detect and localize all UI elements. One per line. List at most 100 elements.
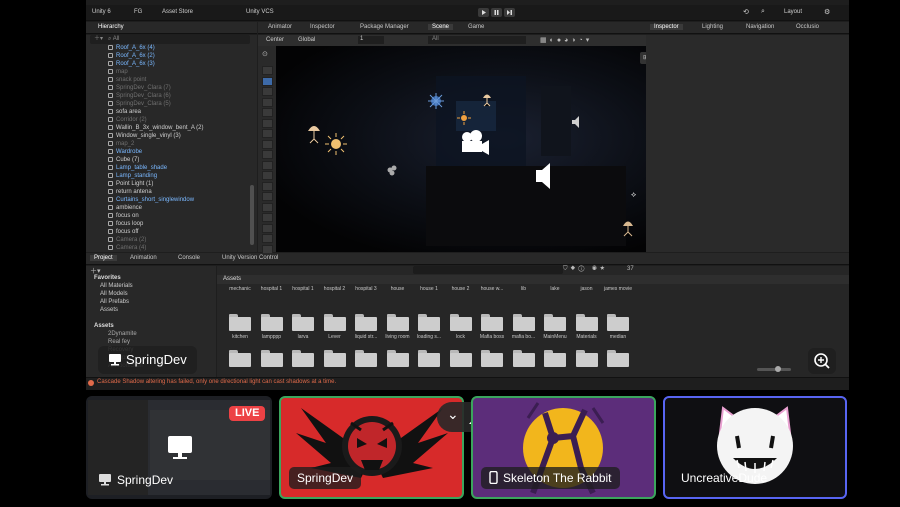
tab-console[interactable]: Console xyxy=(178,255,200,261)
hierarchy-item[interactable]: Lamp_table_shade xyxy=(108,164,167,172)
hierarchy-item[interactable]: map_2 xyxy=(108,140,134,148)
tab-inspector[interactable]: Inspector xyxy=(650,24,683,30)
scene-tool-button[interactable] xyxy=(262,171,273,180)
scene-tool-button[interactable] xyxy=(262,150,273,159)
folder-icon[interactable] xyxy=(323,314,346,331)
folder-icon[interactable] xyxy=(386,314,409,331)
layout-dropdown[interactable]: Layout xyxy=(784,9,802,15)
scene-tool-button[interactable] xyxy=(262,76,273,86)
folder-icon[interactable] xyxy=(260,350,283,367)
assets-tree-item[interactable]: 2Dynamite xyxy=(108,331,137,337)
participant-tile-stream[interactable]: LIVE SpringDev xyxy=(86,396,272,499)
folder-icon[interactable] xyxy=(355,314,377,331)
tool-menu-icon[interactable]: ⊙ xyxy=(262,50,273,59)
assets-tree-item[interactable]: Real fey xyxy=(108,339,130,345)
hierarchy-item[interactable]: Lamp_standing xyxy=(108,172,157,180)
folder-icon[interactable] xyxy=(323,350,346,367)
folder-icon[interactable] xyxy=(229,350,251,367)
scene-tool-button[interactable] xyxy=(262,160,273,170)
hierarchy-item[interactable]: focus on xyxy=(108,212,139,220)
folder-icon[interactable] xyxy=(481,314,503,331)
hierarchy-search[interactable]: ＋▾ ⌕ All xyxy=(90,35,250,44)
scene-tool-button[interactable] xyxy=(262,213,273,222)
hierarchy-item[interactable]: Point Light (1) xyxy=(108,180,153,188)
favorites-item[interactable]: All Prefabs xyxy=(100,299,129,305)
scene-search[interactable]: All xyxy=(428,36,526,44)
breadcrumb[interactable]: Assets xyxy=(217,275,849,284)
snap-field[interactable]: 1 xyxy=(358,36,384,44)
tab-package-manager[interactable]: Package Manager xyxy=(360,24,409,30)
account-button[interactable]: FG xyxy=(134,9,142,15)
hierarchy-item[interactable]: SpringDev_Clara (6) xyxy=(108,92,171,100)
filter-icons[interactable]: ⛉◆ⓘ ◉★ xyxy=(563,266,608,273)
vcs-button[interactable]: Unity VCS xyxy=(246,9,274,15)
tab-game[interactable]: Game xyxy=(468,24,484,30)
hierarchy-item[interactable]: Camera (4) xyxy=(108,244,146,252)
folder-icon[interactable] xyxy=(355,350,377,367)
hierarchy-item[interactable]: Cube (7) xyxy=(108,156,139,164)
folder-icon[interactable] xyxy=(575,314,598,331)
scene-tool-button[interactable] xyxy=(262,129,273,138)
hierarchy-item[interactable]: sofa area xyxy=(108,108,141,116)
folder-icon[interactable] xyxy=(607,350,629,367)
hierarchy-item[interactable]: SpringDev_Clara (5) xyxy=(108,100,171,108)
folder-icon[interactable] xyxy=(386,350,409,367)
tab-animator[interactable]: Animator xyxy=(268,24,292,30)
favorites-item[interactable]: All Models xyxy=(100,291,128,297)
favorites-item[interactable]: Assets xyxy=(100,307,118,313)
zoom-slider[interactable] xyxy=(757,366,791,372)
hierarchy-item[interactable]: SpringDev_Clara (7) xyxy=(108,84,171,92)
asset-store-button[interactable]: Asset Store xyxy=(162,9,193,15)
participant-tile-uncreativedude[interactable]: UncreativeDude xyxy=(663,396,847,499)
scene-tool-button[interactable] xyxy=(262,223,273,233)
scene-viewport[interactable]: ⊞▾ xyxy=(276,46,656,252)
hierarchy-item[interactable]: Window_single_vinyl (3) xyxy=(108,132,181,140)
hierarchy-item[interactable]: ambience xyxy=(108,204,142,212)
hierarchy-item[interactable]: Roof_A_6x (3) xyxy=(108,60,155,68)
hierarchy-item[interactable]: Camera (2) xyxy=(108,236,146,244)
folder-icon[interactable] xyxy=(449,314,472,331)
zoom-slider-knob[interactable] xyxy=(775,366,781,372)
hierarchy-item[interactable]: Wallin_B_3x_window_bent_A (2) xyxy=(108,124,204,132)
undo-history-icon[interactable]: ⟲ xyxy=(743,8,749,16)
play-button[interactable] xyxy=(478,8,489,17)
favorites-item[interactable]: All Materials xyxy=(100,283,133,289)
gizmo-toggles-icon[interactable]: ▦◐●◕◑◔▾ xyxy=(540,36,592,44)
hierarchy-item[interactable]: Roof_A_6x (4) xyxy=(108,44,155,52)
tab-inspector-mid[interactable]: Inspector xyxy=(310,24,335,30)
hierarchy-item[interactable]: focus off xyxy=(108,228,139,236)
pause-button[interactable] xyxy=(491,8,502,17)
folder-icon[interactable] xyxy=(292,314,314,331)
tab-hierarchy[interactable]: Hierarchy xyxy=(98,24,124,30)
folder-icon[interactable] xyxy=(229,314,251,331)
scene-tool-button[interactable] xyxy=(262,139,273,149)
tab-navigation[interactable]: Navigation xyxy=(746,24,774,30)
search-icon[interactable]: ⌕ xyxy=(761,8,765,16)
folder-icon[interactable] xyxy=(607,314,629,331)
scene-tool-button[interactable] xyxy=(262,181,273,191)
hierarchy-item[interactable]: Corridor (2) xyxy=(108,116,147,124)
tab-scene[interactable]: Scene xyxy=(428,24,454,30)
scene-tool-button[interactable] xyxy=(262,87,273,96)
step-button[interactable] xyxy=(504,8,515,17)
folder-icon[interactable] xyxy=(575,350,598,367)
folder-icon[interactable] xyxy=(512,314,535,331)
scene-tool-button[interactable] xyxy=(262,66,273,75)
project-search[interactable] xyxy=(413,266,563,274)
space-dropdown[interactable]: Global xyxy=(298,37,315,43)
hierarchy-item[interactable]: return antena xyxy=(108,188,152,196)
scene-gizmo-axis-icon[interactable]: ⟡ xyxy=(631,190,645,202)
scene-tool-button[interactable] xyxy=(262,192,273,201)
hierarchy-item[interactable]: Curtains_short_singlewindow xyxy=(108,196,194,204)
scene-tool-button[interactable] xyxy=(262,97,273,107)
scene-tool-button[interactable] xyxy=(262,108,273,117)
folder-icon[interactable] xyxy=(260,314,283,331)
folder-icon[interactable] xyxy=(418,314,440,331)
hierarchy-item[interactable]: Roof_A_6x (2) xyxy=(108,52,155,60)
scene-tool-button[interactable] xyxy=(262,118,273,128)
favorites-header[interactable]: Favorites xyxy=(94,275,121,281)
hierarchy-scrollbar[interactable] xyxy=(250,185,254,245)
folder-icon[interactable] xyxy=(481,350,503,367)
hierarchy-item[interactable]: map xyxy=(108,68,128,76)
scene-tool-button[interactable] xyxy=(262,202,273,212)
